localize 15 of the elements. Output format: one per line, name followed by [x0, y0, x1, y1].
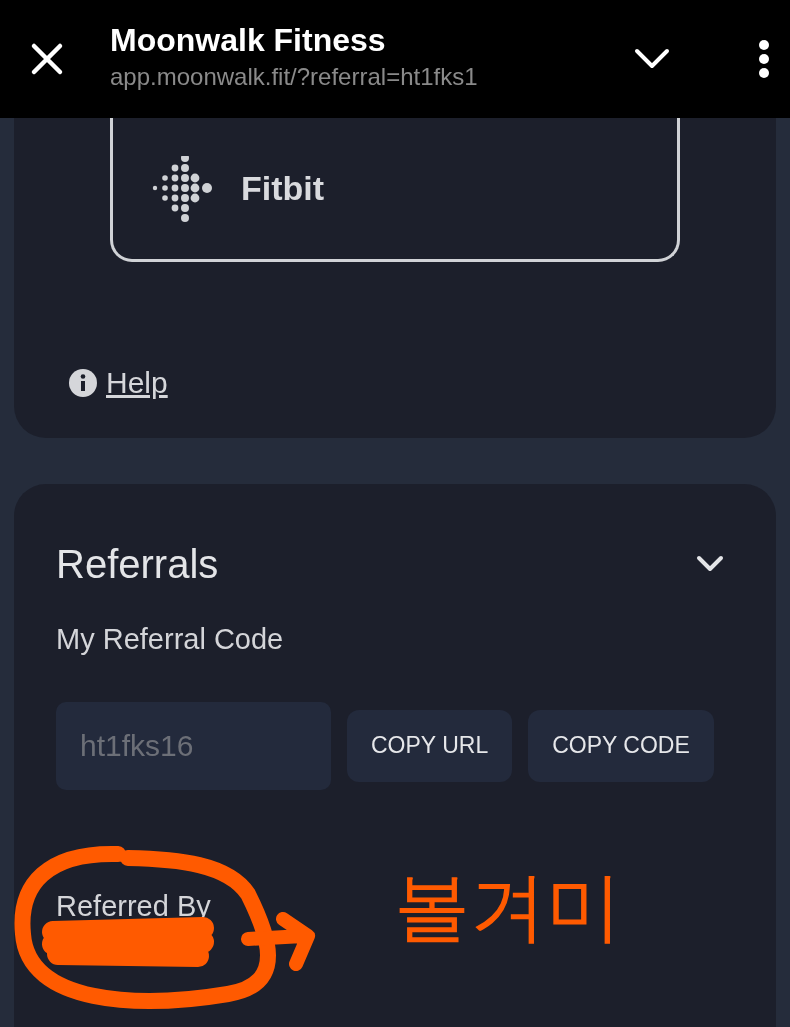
copy-button[interactable]: COPY CODE	[528, 709, 714, 782]
more-icon[interactable]	[758, 40, 770, 78]
copy-button[interactable]: COPY URL	[347, 709, 513, 782]
field-label: My Referral Code	[56, 622, 285, 657]
fitbit-button[interactable]: Fitbit	[110, 118, 680, 262]
section-title: Referrals	[56, 541, 219, 588]
chevron-down-icon[interactable]	[634, 48, 670, 70]
close-icon[interactable]	[30, 42, 64, 76]
help-link[interactable]: Help	[106, 360, 168, 405]
chevron-down-icon[interactable]	[696, 555, 724, 573]
url-text: app.moonwalk.fit/?referral=ht1fks1	[110, 61, 479, 92]
handwritten-note: 볼겨미	[394, 869, 622, 945]
fitbit-logo-icon	[151, 155, 213, 222]
info-icon	[68, 367, 98, 398]
page-title: Moonwalk Fitness	[110, 23, 387, 59]
